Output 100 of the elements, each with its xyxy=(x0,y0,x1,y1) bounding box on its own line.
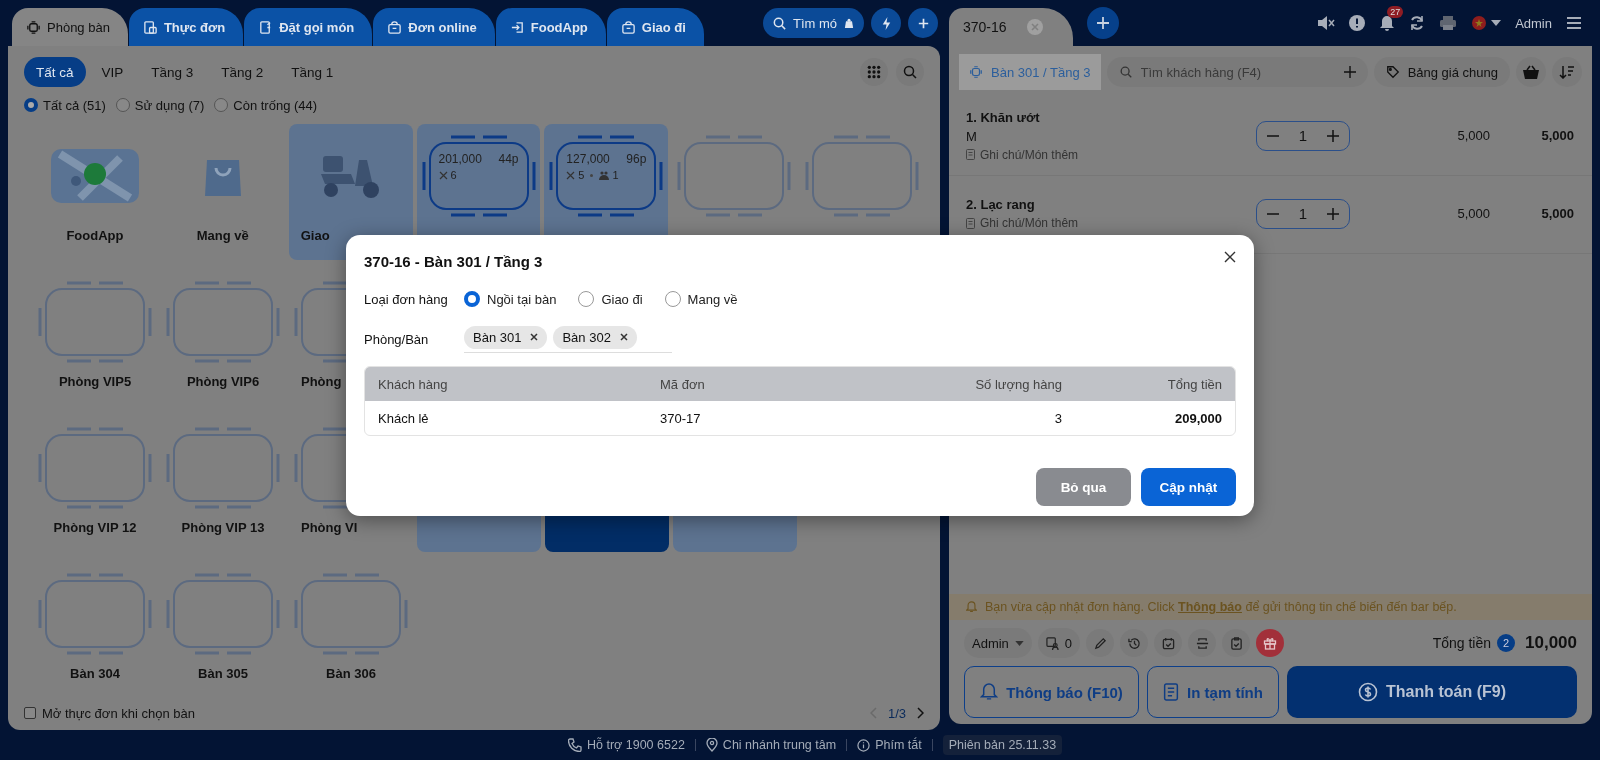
area-filter[interactable]: Tất cả xyxy=(24,57,86,87)
version-label: Phiên bản 25.11.33 xyxy=(942,735,1063,755)
tab[interactable]: Thực đơn xyxy=(128,8,244,46)
notify-button[interactable]: Thông báo (F10) xyxy=(964,666,1139,718)
caret-icon[interactable] xyxy=(1491,20,1502,26)
tab[interactable]: Giao đi xyxy=(606,8,704,46)
basket-icon xyxy=(1523,65,1539,79)
item-name: 1. Khăn ướt xyxy=(966,109,1041,125)
staff-dropdown[interactable]: Admin xyxy=(964,628,1032,658)
guest-count: 1 xyxy=(612,169,619,181)
gift-button[interactable] xyxy=(1256,629,1285,657)
status-filter[interactable]: Sử dụng (7) xyxy=(115,97,205,113)
area-filter[interactable]: Tầng 2 xyxy=(209,57,276,87)
user-name[interactable]: Admin xyxy=(1515,15,1552,31)
guest-count-button[interactable]: 0 xyxy=(1037,628,1081,658)
skip-button[interactable]: Bỏ qua xyxy=(1036,468,1131,506)
table-amount: 201,000 xyxy=(438,152,482,166)
table-tile[interactable]: Bàn 305 xyxy=(161,562,285,698)
edit-button[interactable] xyxy=(1086,629,1115,657)
area-filter[interactable]: Tầng 3 xyxy=(139,57,206,87)
print-button[interactable]: In tạm tính xyxy=(1147,666,1279,718)
tile-label: Giao xyxy=(299,228,330,243)
clipboard-button[interactable] xyxy=(1222,629,1251,657)
sort-icon xyxy=(1559,65,1575,79)
plus-icon[interactable] xyxy=(1327,129,1340,142)
history-button[interactable] xyxy=(1120,629,1149,657)
tile-label: Phòng VI xyxy=(300,520,358,535)
search-button[interactable] xyxy=(896,58,924,86)
area-filter[interactable]: Tầng 1 xyxy=(279,57,346,87)
order-type-radio[interactable]: Giao đi xyxy=(578,291,643,307)
search-input[interactable]: Tìm khách hàng (F4) xyxy=(1138,63,1338,81)
open-menu-checkbox[interactable]: Mở thực đơn khi chọn bàn xyxy=(24,705,195,721)
phone-icon xyxy=(568,738,582,752)
order-type-radio[interactable]: Mang về xyxy=(664,291,738,307)
page-indicator: 1/3 xyxy=(887,705,906,721)
split-button[interactable] xyxy=(1188,629,1217,657)
price-list-button[interactable]: Bảng giá chung xyxy=(1373,57,1510,87)
menu-icon[interactable] xyxy=(1566,16,1582,30)
close-icon[interactable] xyxy=(1224,251,1236,263)
table-tile[interactable]: Phòng VIP6 xyxy=(161,270,285,406)
item-note-link[interactable]: Ghi chú/Món thêm xyxy=(980,216,1079,230)
add-button[interactable] xyxy=(908,8,938,38)
tile-label: Phòng VIP 13 xyxy=(181,520,265,535)
status-filter[interactable]: Còn trống (44) xyxy=(214,97,318,113)
table-tile[interactable]: Bàn 304 xyxy=(33,562,157,698)
calendar-button[interactable] xyxy=(1154,629,1183,657)
new-order-button[interactable] xyxy=(1087,7,1119,39)
tab[interactable]: Đặt gọi món xyxy=(244,8,373,46)
table-select-field[interactable]: Bàn 301 Bàn 302 xyxy=(464,325,672,353)
update-button[interactable]: Cập nhật xyxy=(1141,468,1236,506)
next-page-icon[interactable] xyxy=(916,707,924,719)
table-tile[interactable]: FoodApp xyxy=(33,124,157,260)
mute-icon[interactable] xyxy=(1317,15,1336,31)
table-duration: 96p xyxy=(626,152,647,166)
bag-icon xyxy=(620,19,636,35)
alert-icon[interactable] xyxy=(1349,15,1366,31)
area-filter[interactable]: VIP xyxy=(89,57,136,87)
tab[interactable]: FoodApp xyxy=(495,8,606,46)
remove-icon[interactable] xyxy=(530,333,539,341)
grid-view-button[interactable] xyxy=(860,58,888,86)
dish-count: 6 xyxy=(450,169,457,181)
quantity-value[interactable]: 1 xyxy=(1298,127,1308,144)
footer-link[interactable]: Chi nhánh trung tâm xyxy=(705,738,837,752)
quick-search-button[interactable]: Tìm mó xyxy=(762,8,864,38)
item-note-link[interactable]: Ghi chú/Món thêm xyxy=(980,147,1079,162)
table-tile[interactable]: Phòng VIP5 xyxy=(33,270,157,406)
plus-icon[interactable] xyxy=(1327,207,1340,220)
order-type-radio[interactable]: Ngồi tại bàn xyxy=(464,291,557,307)
flash-button[interactable] xyxy=(871,8,901,38)
table-tile[interactable]: Bàn 306 xyxy=(289,562,413,698)
gift-icon xyxy=(1263,636,1278,650)
tab[interactable]: Đơn online xyxy=(373,8,495,46)
field-label: Phòng/Bàn xyxy=(364,331,430,347)
location-pin-icon xyxy=(705,738,718,752)
footer-link[interactable]: Phím tắt xyxy=(857,738,922,752)
dollar-icon xyxy=(1358,682,1378,702)
remove-icon[interactable] xyxy=(619,333,628,341)
footer-link[interactable]: Hỗ trợ 1900 6522 xyxy=(568,738,685,752)
caret-icon xyxy=(1014,640,1024,646)
tile-label: Phòng VIP5 xyxy=(58,374,132,389)
customer-search-field[interactable]: Tìm khách hàng (F4) xyxy=(1106,57,1368,87)
basket-button[interactable] xyxy=(1516,57,1546,87)
payment-button[interactable]: Thanh toán (F9) xyxy=(1287,666,1577,718)
order-tab[interactable]: 370-16 xyxy=(949,8,1073,46)
table-tile[interactable]: Phòng VIP 12 xyxy=(33,416,157,552)
flag-icon[interactable] xyxy=(1471,15,1488,31)
cutlery-icon xyxy=(566,170,576,180)
status-filter[interactable]: Tất cả (51) xyxy=(24,97,106,113)
plus-icon[interactable] xyxy=(1343,66,1356,78)
refresh-icon[interactable] xyxy=(1409,15,1426,31)
tile-label: Bàn 304 xyxy=(70,666,120,681)
bell-icon[interactable] xyxy=(1379,14,1396,32)
tab[interactable]: Phòng bàn xyxy=(12,8,128,46)
printer-icon[interactable] xyxy=(1439,15,1458,31)
sort-button[interactable] xyxy=(1552,57,1582,87)
table-tile[interactable]: Phòng VIP 13 xyxy=(161,416,285,552)
table-tile[interactable]: Mang về xyxy=(160,124,285,260)
quantity-value[interactable]: 1 xyxy=(1298,205,1308,222)
grid-icon xyxy=(867,65,881,79)
table-button[interactable]: Bàn 301 / Tầng 3 xyxy=(959,54,1101,90)
